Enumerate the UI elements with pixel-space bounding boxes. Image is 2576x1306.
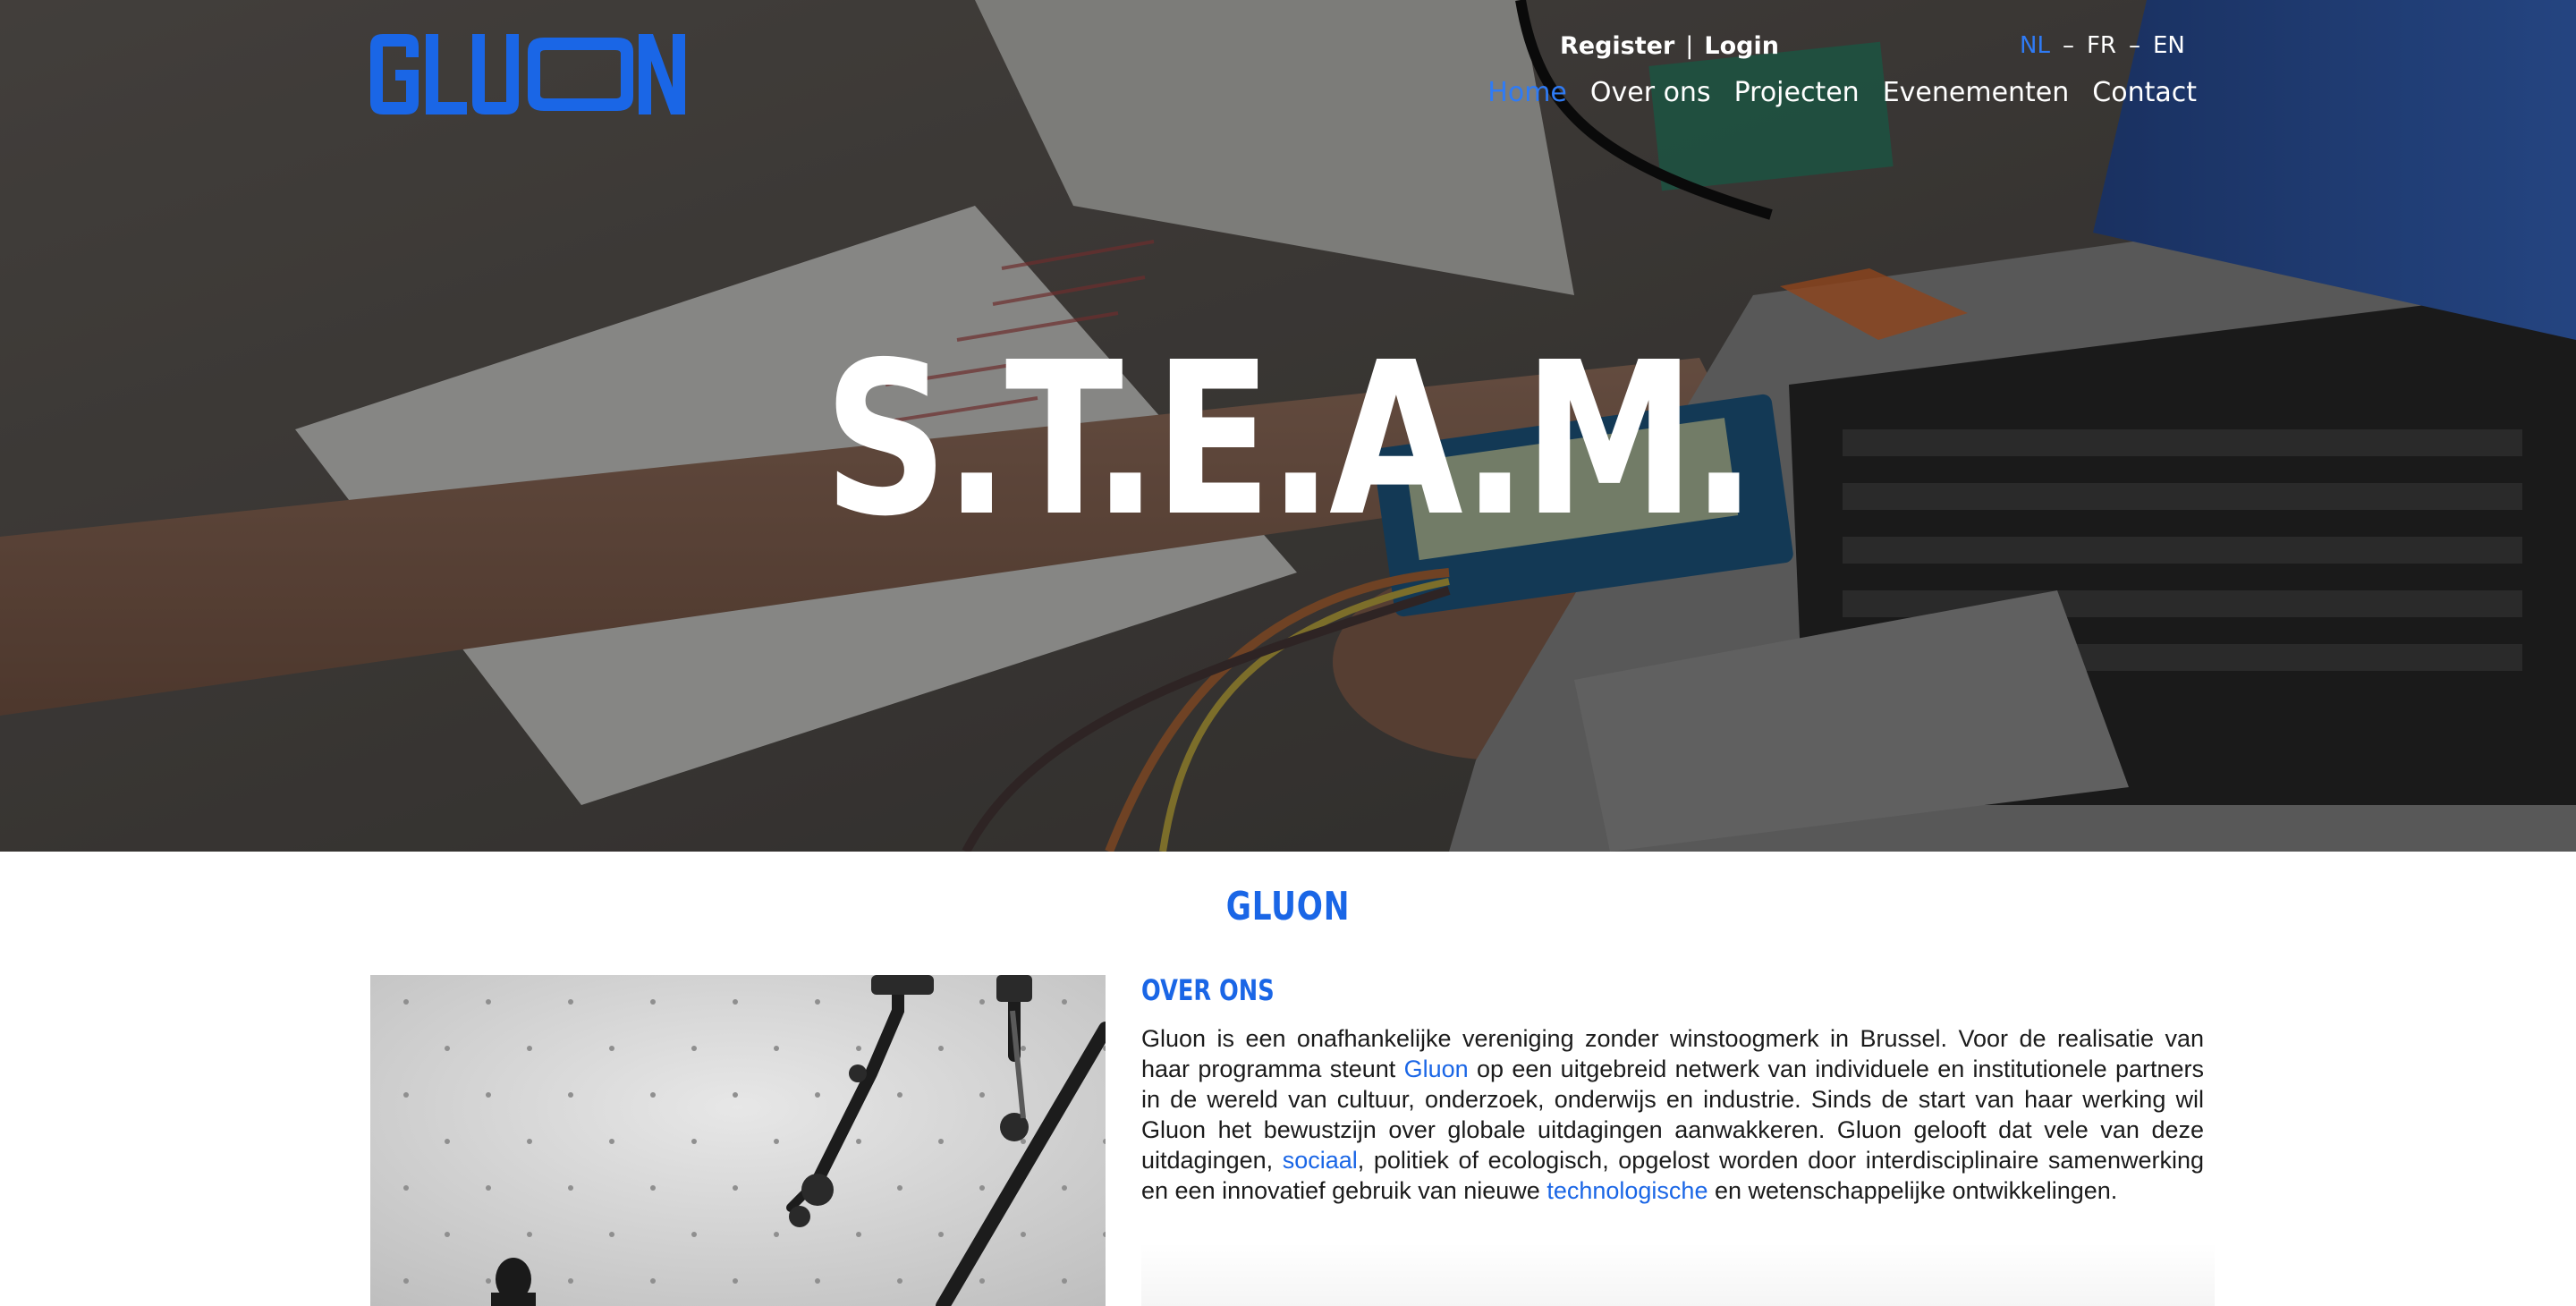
wall-dot bbox=[650, 999, 656, 1005]
hero-banner: Register | Login NL – FR – EN Home Over ons Pr… bbox=[0, 0, 2576, 852]
register-link[interactable]: Register bbox=[1560, 32, 1674, 60]
about-photo bbox=[370, 975, 1106, 1306]
nav-item-contact[interactable]: Contact bbox=[2092, 77, 2197, 108]
wall-dot bbox=[568, 1092, 573, 1098]
wall-dot bbox=[691, 1232, 697, 1237]
wall-dot bbox=[445, 1046, 450, 1051]
gluon-link[interactable]: Gluon bbox=[1404, 1056, 1469, 1082]
wall-dot bbox=[445, 1139, 450, 1144]
wall-dot bbox=[856, 1139, 861, 1144]
wall-dot bbox=[609, 1046, 614, 1051]
wall-dot bbox=[486, 1278, 491, 1284]
section-title: GLUON bbox=[1225, 884, 1351, 929]
login-link[interactable]: Login bbox=[1704, 32, 1779, 60]
wall-dot bbox=[527, 1139, 532, 1144]
nav-item-projecten[interactable]: Projecten bbox=[1734, 77, 1860, 108]
wall-dot bbox=[1021, 1046, 1026, 1051]
wall-dot bbox=[774, 1232, 779, 1237]
wall-dot bbox=[774, 1139, 779, 1144]
wall-dot bbox=[897, 1278, 902, 1284]
wall-dot bbox=[938, 1232, 944, 1237]
wall-dot bbox=[856, 1046, 861, 1051]
wall-dot bbox=[979, 1185, 985, 1191]
robotic-arm-image bbox=[370, 975, 1106, 1306]
wall-dot bbox=[403, 1278, 409, 1284]
lang-separator: – bbox=[2062, 32, 2074, 59]
lang-nl[interactable]: NL bbox=[2020, 32, 2050, 59]
wall-dot bbox=[568, 999, 573, 1005]
wall-dot bbox=[691, 1139, 697, 1144]
nav-item-home[interactable]: Home bbox=[1487, 77, 1567, 108]
wall-dot bbox=[609, 1139, 614, 1144]
wall-dot bbox=[774, 1046, 779, 1051]
wall-dot bbox=[568, 1278, 573, 1284]
gluon-logo[interactable] bbox=[370, 34, 685, 114]
wall-dot bbox=[486, 1092, 491, 1098]
wall-dot bbox=[733, 1278, 738, 1284]
wall-dot bbox=[938, 1139, 944, 1144]
wall-dot bbox=[527, 1232, 532, 1237]
wall-dot bbox=[609, 1232, 614, 1237]
page: Register | Login NL – FR – EN Home Over ons Pr… bbox=[0, 0, 2576, 1306]
wall-dot bbox=[733, 999, 738, 1005]
wall-dot bbox=[486, 1185, 491, 1191]
wall-dot bbox=[691, 1046, 697, 1051]
nav-item-evenementen[interactable]: Evenementen bbox=[1883, 77, 2070, 108]
main-nav: Home Over ons Projecten Evenementen Cont… bbox=[1487, 77, 2197, 108]
wall-dot bbox=[733, 1185, 738, 1191]
wall-dot bbox=[650, 1092, 656, 1098]
wall-dot bbox=[897, 1092, 902, 1098]
wall-dot bbox=[1062, 1278, 1067, 1284]
auth-separator: | bbox=[1685, 32, 1694, 60]
wall-dot bbox=[1062, 999, 1067, 1005]
wall-dot bbox=[856, 1232, 861, 1237]
wall-dot bbox=[650, 1278, 656, 1284]
language-switcher: NL – FR – EN bbox=[2020, 32, 2185, 59]
wall-dot bbox=[403, 1092, 409, 1098]
wall-dot bbox=[568, 1185, 573, 1191]
about-text: Gluon is een onafhankelijke vereniging z… bbox=[1141, 1023, 2204, 1206]
auth-links: Register | Login bbox=[1560, 32, 1779, 60]
wall-dot bbox=[650, 1185, 656, 1191]
wall-dot bbox=[403, 1185, 409, 1191]
wall-dot bbox=[445, 1232, 450, 1237]
wall-dot bbox=[815, 1278, 820, 1284]
sociaal-link[interactable]: sociaal bbox=[1283, 1147, 1358, 1174]
wall-dot bbox=[403, 999, 409, 1005]
wall-dot bbox=[979, 1092, 985, 1098]
wall-dot bbox=[815, 999, 820, 1005]
wall-dot bbox=[486, 999, 491, 1005]
wall-dot bbox=[1062, 1185, 1067, 1191]
hero-title: S.T.E.A.M. bbox=[823, 317, 1757, 563]
wall-dot bbox=[979, 1278, 985, 1284]
lang-fr[interactable]: FR bbox=[2087, 32, 2116, 59]
nav-item-over-ons[interactable]: Over ons bbox=[1590, 77, 1711, 108]
about-text-part: en wetenschappelijke ontwikkelingen. bbox=[1707, 1177, 2118, 1204]
wall-dot bbox=[1021, 1232, 1026, 1237]
wall-dot bbox=[527, 1046, 532, 1051]
lang-en[interactable]: EN bbox=[2153, 32, 2185, 59]
wall-dot bbox=[733, 1092, 738, 1098]
content-shadow bbox=[1141, 1242, 2215, 1306]
wall-dot bbox=[938, 1046, 944, 1051]
wall-dot bbox=[815, 1092, 820, 1098]
wall-dot bbox=[979, 999, 985, 1005]
technologische-link[interactable]: technologische bbox=[1546, 1177, 1707, 1204]
about-heading: OVER ONS bbox=[1141, 973, 1275, 1007]
wall-dot bbox=[897, 1185, 902, 1191]
lang-separator: – bbox=[2128, 32, 2140, 59]
